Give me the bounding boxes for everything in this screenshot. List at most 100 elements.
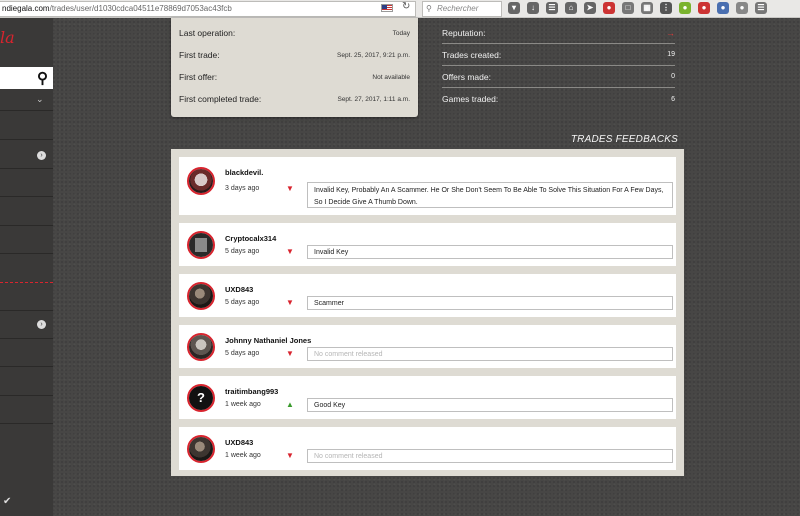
stat-last-operation: Last operation: Today bbox=[179, 22, 410, 44]
stat-offers-made: Offers made: 0 bbox=[442, 66, 675, 88]
feedback-item: Cryptocalx314 5 days ago ▼ Invalid Key bbox=[179, 223, 676, 266]
thumbs-down-icon: ▼ bbox=[286, 349, 294, 358]
feedback-username[interactable]: Johnny Nathaniel Jones bbox=[225, 336, 311, 345]
pocket-icon[interactable]: ▾ bbox=[508, 2, 520, 14]
stat-label: First completed trade: bbox=[179, 94, 262, 104]
sidebar: la ⚲ ⌄ › › ✔ bbox=[0, 18, 53, 516]
feedback-item: blackdevil. 3 days ago ▼ Invalid Key, Pr… bbox=[179, 157, 676, 215]
browser-search-input[interactable]: ⚲ Rechercher bbox=[422, 1, 502, 17]
question-mark-avatar[interactable]: ? bbox=[187, 384, 215, 412]
reputation-arrow-icon: → bbox=[666, 27, 675, 38]
feedback-username[interactable]: Cryptocalx314 bbox=[225, 234, 276, 243]
stat-value: 6 bbox=[671, 95, 675, 103]
chevron-right-icon[interactable]: › bbox=[37, 320, 46, 329]
skull-avatar[interactable] bbox=[187, 167, 215, 195]
url-path: /trades/user/d1030cdca04511e78869d7053ac… bbox=[49, 4, 232, 13]
feedback-username[interactable]: blackdevil. bbox=[225, 168, 263, 177]
sidebar-divider bbox=[0, 366, 53, 367]
gamepad-icon[interactable]: ✔ bbox=[3, 496, 11, 507]
adblock-icon[interactable]: ● bbox=[603, 2, 615, 14]
question-mark-icon: ? bbox=[189, 386, 213, 410]
stat-label: Trades created: bbox=[442, 49, 502, 60]
sidebar-divider-active bbox=[0, 282, 53, 283]
stat-reputation: Reputation: → bbox=[442, 22, 675, 44]
stat-value: Sept. 27, 2017, 1:11 a.m. bbox=[337, 95, 410, 103]
feedbacks-panel: blackdevil. 3 days ago ▼ Invalid Key, Pr… bbox=[171, 149, 684, 476]
feedback-item: ? traitimbang993 1 week ago ▲ Good Key bbox=[179, 376, 676, 419]
feedback-item: Johnny Nathaniel Jones 5 days ago ▼ No c… bbox=[179, 325, 676, 368]
stat-label: First trade: bbox=[179, 50, 220, 60]
feedback-time: 5 days ago bbox=[225, 248, 260, 255]
url-bar[interactable]: ndiegala.com/trades/user/d1030cdca04511e… bbox=[0, 1, 416, 17]
sidebar-divider bbox=[0, 139, 53, 140]
url-host: ndiegala.com bbox=[2, 4, 50, 13]
sidebar-divider bbox=[0, 395, 53, 396]
reload-icon[interactable]: ↻ bbox=[402, 1, 410, 12]
stat-label: First offer: bbox=[179, 72, 218, 82]
stat-value: 0 bbox=[671, 73, 675, 80]
feedback-time: 5 days ago bbox=[225, 350, 260, 357]
thumbs-down-icon: ▼ bbox=[286, 184, 294, 193]
stat-first-offer: First offer: Not available bbox=[179, 66, 410, 88]
sidebar-divider bbox=[0, 338, 53, 339]
stat-trades-created: Trades created: 19 bbox=[442, 44, 675, 66]
feedback-time: 5 days ago bbox=[225, 299, 260, 306]
sidebar-divider bbox=[0, 310, 53, 311]
stat-value: Not available bbox=[372, 73, 410, 81]
extension-icons: ▾ ↓ ☰ ⌂ ➤ ● □ ▦ ⋮ ● ● ● ● ☰ bbox=[508, 2, 767, 14]
stat-label: Last operation: bbox=[179, 28, 236, 38]
feedback-comment: Invalid Key bbox=[307, 245, 673, 259]
menu-icon[interactable]: ⋮ bbox=[660, 2, 672, 14]
user-stats-list: Reputation: → Trades created: 19 Offers … bbox=[442, 22, 675, 110]
extension-red-icon[interactable]: ● bbox=[698, 2, 710, 14]
stat-value: Sept. 25, 2017, 9:21 p.m. bbox=[337, 51, 410, 59]
feedback-time: 1 week ago bbox=[225, 401, 261, 408]
feedback-item: UXD843 5 days ago ▼ Scammer bbox=[179, 274, 676, 317]
poster-avatar[interactable] bbox=[187, 231, 215, 259]
feedback-username[interactable]: UXD843 bbox=[225, 438, 253, 447]
browser-search-placeholder: Rechercher bbox=[437, 4, 479, 13]
send-icon[interactable]: ➤ bbox=[584, 2, 596, 14]
thumbs-down-icon: ▼ bbox=[286, 298, 294, 307]
character-avatar[interactable] bbox=[187, 435, 215, 463]
stat-label: Offers made: bbox=[442, 71, 491, 82]
extension-green-icon[interactable]: ● bbox=[679, 2, 691, 14]
feedback-username[interactable]: traitimbang993 bbox=[225, 387, 278, 396]
trade-stats-card: Last operation: Today First trade: Sept.… bbox=[171, 18, 418, 117]
stat-first-trade: First trade: Sept. 25, 2017, 9:21 p.m. bbox=[179, 44, 410, 66]
sidebar-search-input[interactable]: ⚲ bbox=[0, 67, 53, 89]
library-icon[interactable]: ☰ bbox=[546, 2, 558, 14]
sidebar-divider bbox=[0, 225, 53, 226]
puzzle-icon[interactable]: □ bbox=[622, 2, 634, 14]
feedbacks-title: TRADES FEEDBACKS bbox=[570, 134, 678, 145]
feedback-comment: Invalid Key, Probably An A Scammer. He O… bbox=[307, 182, 673, 208]
thumbs-up-icon: ▲ bbox=[286, 400, 294, 409]
extension-gray-icon[interactable]: ● bbox=[736, 2, 748, 14]
robot-avatar[interactable] bbox=[187, 333, 215, 361]
sidebar-divider bbox=[0, 423, 53, 424]
feedback-comment: Scammer bbox=[307, 296, 673, 310]
stat-label: Games traded: bbox=[442, 94, 499, 104]
hamburger-menu-icon[interactable]: ☰ bbox=[755, 2, 767, 14]
search-icon: ⚲ bbox=[426, 4, 432, 13]
feedback-item: UXD843 1 week ago ▼ No comment released bbox=[179, 427, 676, 470]
character-avatar[interactable] bbox=[187, 282, 215, 310]
feedback-time: 3 days ago bbox=[225, 185, 260, 192]
download-icon[interactable]: ↓ bbox=[527, 2, 539, 14]
search-icon[interactable]: ⚲ bbox=[37, 69, 48, 87]
stat-first-completed-trade: First completed trade: Sept. 27, 2017, 1… bbox=[179, 88, 410, 110]
sidebar-divider bbox=[0, 110, 53, 111]
thumbs-down-icon: ▼ bbox=[286, 451, 294, 460]
feedback-username[interactable]: UXD843 bbox=[225, 285, 253, 294]
home-icon[interactable]: ⌂ bbox=[565, 2, 577, 14]
us-flag-icon[interactable] bbox=[381, 4, 393, 12]
chevron-down-icon[interactable]: ⌄ bbox=[36, 94, 44, 105]
chevron-right-icon[interactable]: › bbox=[37, 151, 46, 160]
feedback-time: 1 week ago bbox=[225, 452, 261, 459]
grid-icon[interactable]: ▦ bbox=[641, 2, 653, 14]
extension-blue-icon[interactable]: ● bbox=[717, 2, 729, 14]
site-logo[interactable]: la bbox=[0, 28, 15, 47]
stat-value: 19 bbox=[667, 51, 675, 58]
feedback-comment-empty: No comment released bbox=[307, 449, 673, 463]
feedback-comment-empty: No comment released bbox=[307, 347, 673, 361]
